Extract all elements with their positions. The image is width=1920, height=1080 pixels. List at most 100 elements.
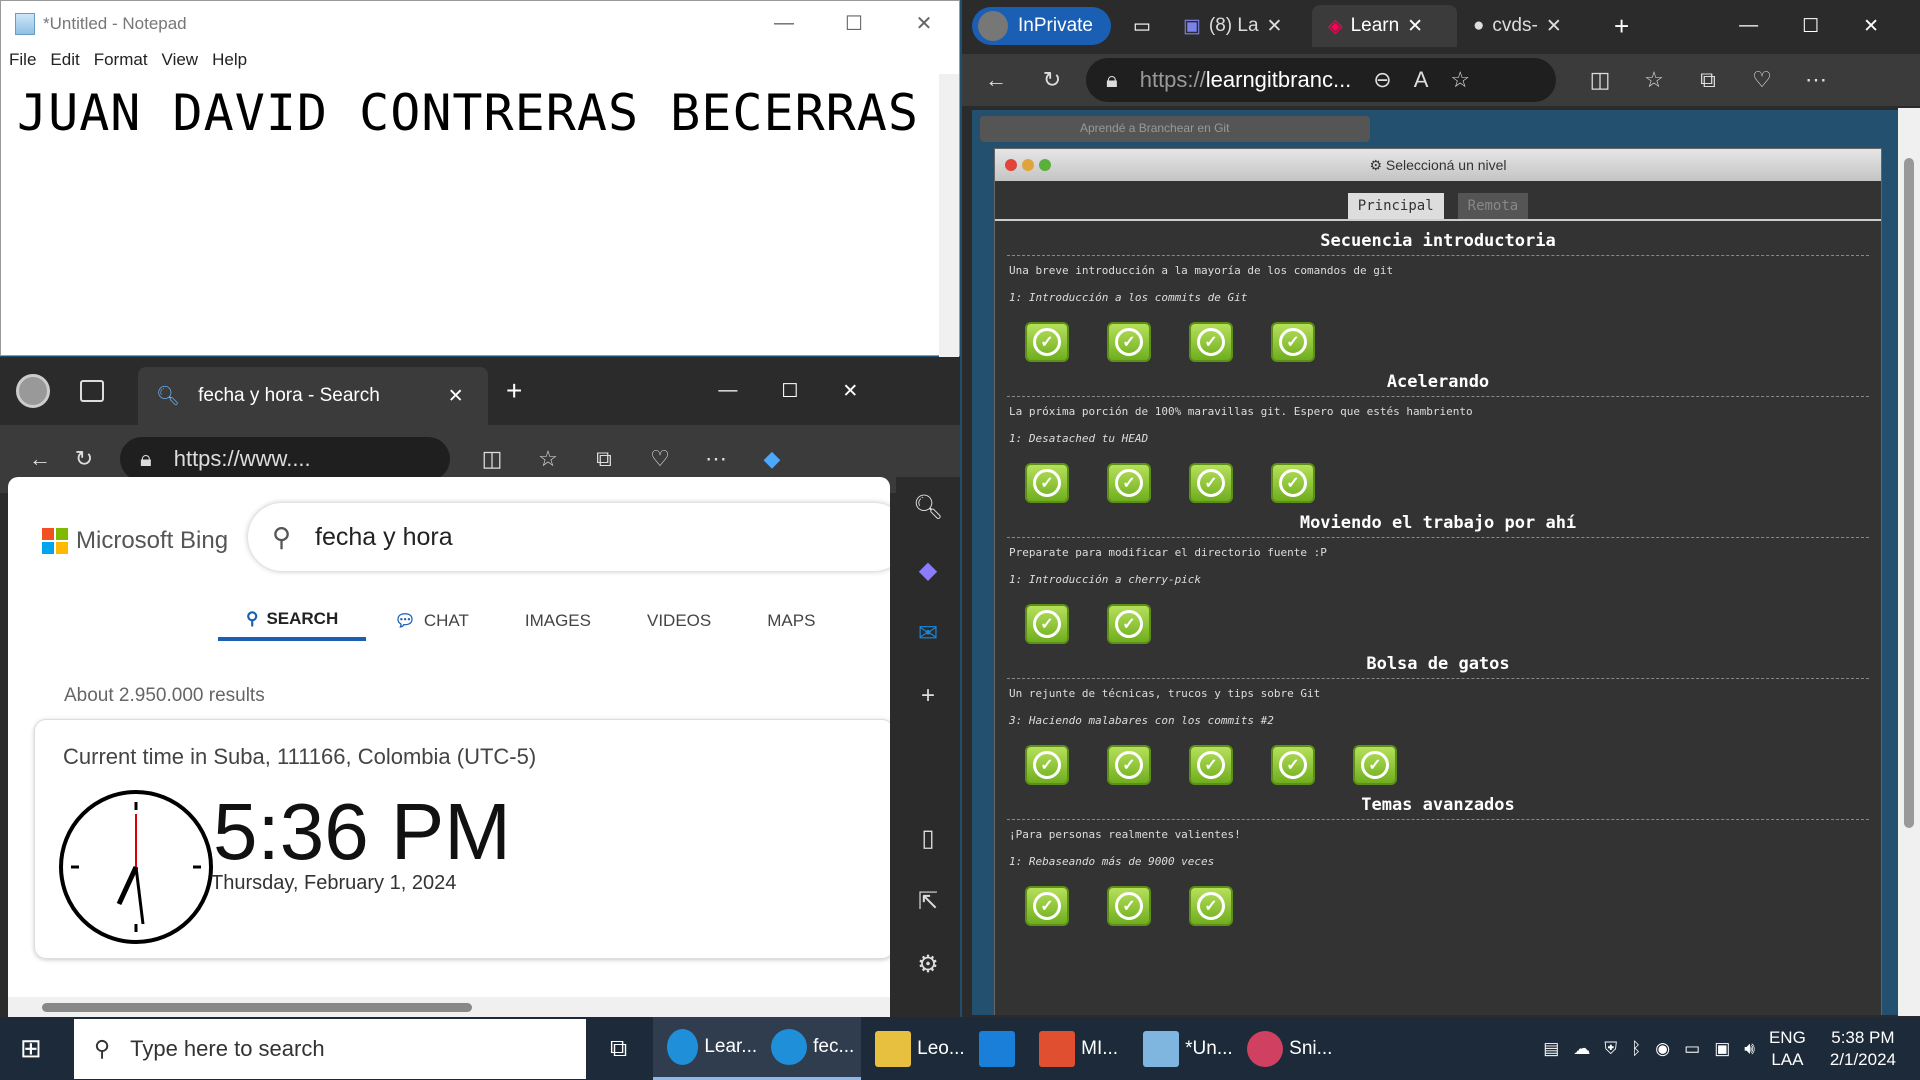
close-tab-icon[interactable]: ✕	[1407, 15, 1423, 38]
horizontal-scrollbar[interactable]	[8, 997, 890, 1017]
health-icon[interactable]: ♡	[638, 446, 682, 472]
address-bar[interactable]: 🔒︎ https://www....	[120, 437, 450, 481]
collections-icon[interactable]: ⧉	[1686, 67, 1730, 93]
vertical-scrollbar[interactable]	[1898, 108, 1920, 1016]
inprivate-badge[interactable]: InPrivate	[972, 7, 1111, 45]
close-button[interactable]: ✕	[1863, 15, 1879, 38]
level-button[interactable]: ✓	[1025, 463, 1069, 503]
minimize-button[interactable]: —	[1739, 15, 1758, 37]
level-button[interactable]: ✓	[1025, 604, 1069, 644]
favorites-icon[interactable]: ☆	[1632, 67, 1676, 93]
maximize-button[interactable]: ☐	[781, 380, 798, 403]
task-view-icon[interactable]: ⧉	[610, 1035, 627, 1063]
level-button[interactable]: ✓	[1189, 745, 1233, 785]
shield-icon[interactable]: ⛨	[1604, 1039, 1617, 1059]
tab-actions-icon[interactable]	[80, 380, 104, 402]
level-button[interactable]: ✓	[1271, 745, 1315, 785]
network-icon[interactable]: ▣	[1714, 1039, 1730, 1059]
taskbar-app-snipping[interactable]: Sni...	[1233, 1017, 1337, 1080]
close-tab-icon[interactable]: ✕	[1267, 15, 1283, 38]
taskbar-app-notepad[interactable]: *Un...	[1129, 1017, 1233, 1080]
taskbar-app-edge-fecha[interactable]: fec...	[757, 1017, 862, 1080]
close-button[interactable]: ✕	[842, 380, 858, 403]
volume-icon[interactable]: 🔊︎	[1744, 1039, 1755, 1059]
menu-format[interactable]: Format	[94, 50, 148, 70]
back-icon[interactable]: ←	[974, 67, 1018, 93]
level-button[interactable]: ✓	[1353, 745, 1397, 785]
refresh-icon[interactable]: ↻	[62, 446, 106, 472]
maximize-button[interactable]: ☐	[1802, 15, 1819, 38]
cloud-icon[interactable]: ☁︎	[1573, 1039, 1590, 1059]
level-button[interactable]: ✓	[1189, 463, 1233, 503]
back-icon[interactable]: ←	[18, 446, 62, 472]
search-icon[interactable]: 🔍︎	[913, 493, 943, 522]
nav-images[interactable]: IMAGES	[497, 601, 619, 641]
taskbar-app-edge-learn[interactable]: Lear...	[653, 1017, 758, 1080]
level-button[interactable]: ✓	[1189, 322, 1233, 362]
nav-chat[interactable]: 💬︎ CHAT	[366, 601, 497, 641]
new-tab-button[interactable]: +	[506, 375, 522, 407]
more-icon[interactable]: ⋯	[694, 446, 738, 472]
menu-file[interactable]: File	[9, 50, 36, 70]
level-button[interactable]: ✓	[1271, 322, 1315, 362]
taskbar-search-input[interactable]: ⚲ Type here to search	[74, 1018, 586, 1079]
bluetooth-icon[interactable]: ᛒ	[1631, 1039, 1641, 1059]
tab-actions-icon[interactable]: ▭	[1133, 15, 1151, 38]
menu-edit[interactable]: Edit	[50, 50, 79, 70]
battery-icon[interactable]: ▭	[1684, 1039, 1700, 1059]
news-icon[interactable]: ▤	[1543, 1039, 1559, 1059]
zoom-icon[interactable]: ⊖	[1373, 67, 1391, 93]
maximize-button[interactable]: ☐	[819, 1, 889, 46]
more-icon[interactable]: ⋯	[1794, 67, 1838, 93]
sidebar-toggle-icon[interactable]: ▯	[921, 824, 934, 853]
nav-videos[interactable]: VIDEOS	[619, 601, 739, 641]
refresh-icon[interactable]: ↻	[1030, 67, 1074, 93]
notepad-scrollbar[interactable]	[939, 74, 959, 357]
split-screen-icon[interactable]: ◫	[1578, 67, 1622, 93]
tab-github[interactable]: ● cvds- ✕	[1457, 5, 1602, 47]
new-tab-button[interactable]: +	[1614, 11, 1629, 42]
tab-principal[interactable]: Principal	[1347, 193, 1444, 219]
level-button[interactable]: ✓	[1107, 322, 1151, 362]
language-indicator[interactable]: ENG LAA	[1769, 1027, 1806, 1071]
favorites-icon[interactable]: ☆	[526, 446, 570, 472]
tab-teams[interactable]: ▣ (8) La ✕	[1167, 5, 1312, 47]
close-tab-icon[interactable]: ✕	[1546, 15, 1562, 38]
taskbar-app-mi[interactable]: MI...	[1025, 1017, 1129, 1080]
profile-avatar[interactable]	[16, 374, 50, 408]
vpn-icon[interactable]: ◉	[1655, 1039, 1670, 1059]
minimize-button[interactable]: —	[718, 380, 737, 402]
minimize-dot-icon[interactable]	[1022, 159, 1034, 171]
nav-maps[interactable]: MAPS	[739, 601, 843, 641]
taskbar-app-explorer[interactable]: Leo...	[861, 1017, 965, 1080]
minimize-button[interactable]: —	[749, 1, 819, 46]
level-button[interactable]: ✓	[1107, 604, 1151, 644]
level-button[interactable]: ✓	[1107, 745, 1151, 785]
level-button[interactable]: ✓	[1025, 745, 1069, 785]
search-input[interactable]: ⚲ fecha y hora	[248, 503, 890, 571]
clock[interactable]: 5:38 PM 2/1/2024	[1830, 1027, 1896, 1071]
settings-icon[interactable]: ⚙︎	[917, 950, 939, 979]
close-dot-icon[interactable]	[1005, 159, 1017, 171]
level-button[interactable]: ✓	[1025, 322, 1069, 362]
level-button[interactable]: ✓	[1107, 463, 1151, 503]
outlook-icon[interactable]: ✉︎	[918, 619, 938, 648]
favorite-star-icon[interactable]: ☆	[1450, 67, 1470, 93]
maximize-dot-icon[interactable]	[1039, 159, 1051, 171]
level-button[interactable]: ✓	[1189, 886, 1233, 926]
windows-start-icon[interactable]: ⊞	[20, 1033, 42, 1064]
taskbar-app-mail[interactable]	[965, 1017, 1025, 1080]
add-icon[interactable]: +	[921, 682, 935, 710]
split-screen-icon[interactable]: ◫	[470, 446, 514, 472]
address-bar[interactable]: 🔒︎ https://learngitbranc... ⊖ A ☆	[1086, 58, 1556, 102]
health-icon[interactable]: ♡	[1740, 67, 1784, 93]
copilot-icon[interactable]: ◆	[750, 446, 794, 472]
tab-bing-search[interactable]: 🔍︎ fecha y hora - Search ✕	[138, 367, 488, 425]
close-button[interactable]: ✕	[889, 1, 959, 46]
tab-remota[interactable]: Remota	[1457, 193, 1529, 219]
level-button[interactable]: ✓	[1107, 886, 1151, 926]
notepad-text-area[interactable]: JUAN DAVID CONTRERAS BECERRAS	[1, 74, 959, 142]
level-button[interactable]: ✓	[1271, 463, 1315, 503]
collections-icon[interactable]: ⧉	[582, 446, 626, 472]
close-tab-icon[interactable]: ✕	[448, 385, 464, 408]
